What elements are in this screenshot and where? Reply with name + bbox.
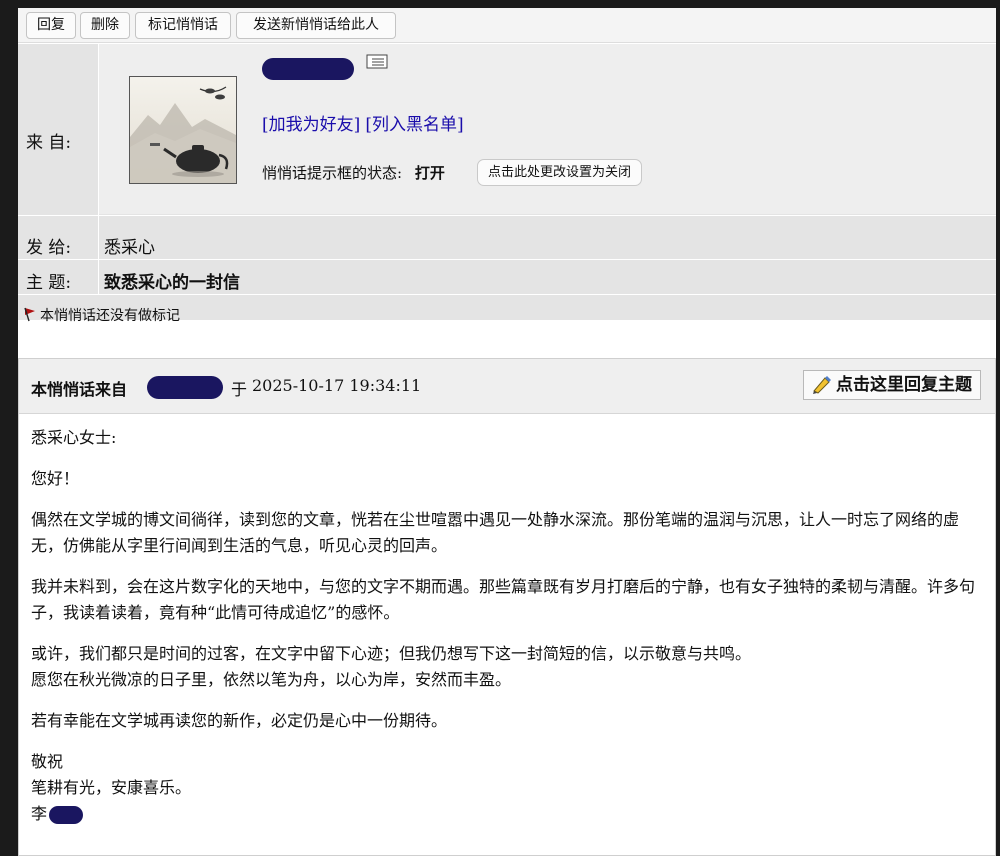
tip-status-value: 打开 bbox=[414, 164, 445, 182]
subject-label: 主 题: bbox=[26, 273, 72, 293]
wish-line: 笔耕有光，安康喜乐。 bbox=[31, 778, 192, 797]
sender-name-redacted bbox=[147, 376, 223, 399]
profile-card-icon[interactable] bbox=[365, 54, 389, 70]
message-page: 回复 删除 标记悄悄话 发送新悄悄话给此人 [加我为好友] [列入黑名单] 悄悄… bbox=[18, 8, 996, 856]
subject-value: 致悉采心的一封信 bbox=[104, 273, 240, 293]
signature-redacted bbox=[49, 806, 83, 824]
timestamp: 2025-10-17 19:34:11 bbox=[252, 376, 422, 395]
change-tip-setting-button[interactable]: 点击此处更改设置为关闭 bbox=[477, 159, 643, 186]
row-divider bbox=[18, 259, 996, 260]
hello-line: 您好！ bbox=[31, 469, 80, 488]
paragraph-3b: 愿您在秋光微凉的日子里，依然以笔为舟，以心为岸，安然而丰盈。 bbox=[31, 670, 512, 689]
signature: 李 bbox=[31, 804, 48, 823]
reply-button[interactable]: 回复 bbox=[26, 12, 76, 39]
sender-name-redacted bbox=[262, 58, 354, 80]
toolbar: 回复 删除 标记悄悄话 发送新悄悄话给此人 bbox=[18, 8, 996, 43]
time-at: 于 bbox=[231, 380, 248, 399]
avatar[interactable] bbox=[129, 76, 237, 184]
reply-topic-button[interactable]: 点击这里回复主题 bbox=[803, 370, 981, 400]
delete-button[interactable]: 删除 bbox=[80, 12, 130, 39]
closing: 敬祝 bbox=[31, 752, 64, 771]
blacklist-link[interactable]: 列入黑名单 bbox=[372, 115, 457, 135]
row-divider bbox=[18, 294, 996, 295]
paragraph-3a: 或许，我们都只是时间的过客，在文字中留下心迹；但我仍想写下这一封简短的信，以示敬… bbox=[31, 644, 752, 663]
signature-row: 李 bbox=[31, 801, 981, 827]
paragraph-1: 偶然在文学城的博文间徜徉，读到您的文章，恍若在尘世喧嚣中遇见一处静水深流。那份笔… bbox=[31, 510, 960, 555]
to-label: 发 给: bbox=[26, 238, 72, 258]
paragraph-2: 我并未料到，会在这片数字化的天地中，与您的文字不期而遇。那些篇章既有岁月打磨后的… bbox=[31, 577, 976, 622]
row-divider bbox=[18, 215, 996, 216]
paragraph-4: 若有幸能在文学城再读您的新作，必定仍是心中一份期待。 bbox=[31, 711, 448, 730]
pencil-icon bbox=[813, 376, 831, 394]
tip-status-label: 悄悄话提示框的状态: bbox=[262, 164, 403, 182]
tip-status-row: 悄悄话提示框的状态: 打开 bbox=[262, 162, 445, 183]
from-prefix: 本悄悄话来自 bbox=[31, 380, 128, 399]
sender-cell: [加我为好友] [列入黑名单] 悄悄话提示框的状态: 打开 点击此处更改设置为关… bbox=[99, 44, 996, 214]
flag-icon bbox=[24, 307, 35, 322]
message-box-header: 本悄悄话来自 于 2025-10-17 19:34:11 点击这里回复主题 bbox=[19, 359, 995, 414]
add-friend-link[interactable]: 加我为好友 bbox=[269, 115, 354, 135]
message-header: [加我为好友] [列入黑名单] 悄悄话提示框的状态: 打开 点击此处更改设置为关… bbox=[18, 44, 996, 324]
reply-topic-label: 点击这里回复主题 bbox=[836, 375, 972, 395]
message-box: 本悄悄话来自 于 2025-10-17 19:34:11 点击这里回复主题 悉采… bbox=[18, 358, 996, 856]
mark-status-text: 本悄悄话还没有做标记 bbox=[40, 308, 180, 324]
message-body: 悉采心女士: 您好！ 偶然在文学城的博文间徜徉，读到您的文章，恍若在尘世喧嚣中遇… bbox=[31, 425, 981, 827]
friend-links: [加我为好友] [列入黑名单] bbox=[262, 115, 464, 135]
mark-whisper-button[interactable]: 标记悄悄话 bbox=[135, 12, 231, 39]
greeting: 悉采心女士: bbox=[31, 428, 117, 447]
send-new-whisper-button[interactable]: 发送新悄悄话给此人 bbox=[236, 12, 396, 39]
from-label: 来 自: bbox=[26, 133, 72, 153]
to-value: 悉采心 bbox=[104, 238, 155, 258]
